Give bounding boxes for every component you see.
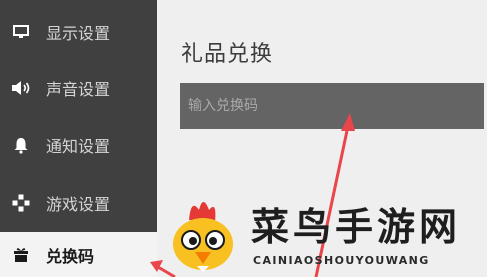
sidebar-item-game[interactable]: 游戏设置 xyxy=(0,175,157,231)
sidebar-item-label: 游戏设置 xyxy=(46,195,111,214)
sidebar-item-label: 通知设置 xyxy=(46,137,111,156)
sidebar-item-sound[interactable]: 声音设置 xyxy=(0,60,157,116)
gift-icon xyxy=(8,244,34,266)
bell-icon xyxy=(8,134,34,156)
speaker-icon xyxy=(8,77,34,99)
settings-sidebar: 显示设置 声音设置 通知设置 游戏设置 兑换码 xyxy=(0,0,157,277)
sidebar-item-label: 兑换码 xyxy=(46,246,95,266)
sidebar-item-redeem-code[interactable]: 兑换码 xyxy=(0,232,157,277)
sidebar-item-label: 显示设置 xyxy=(46,24,111,43)
redeem-panel: 礼品兑换 xyxy=(157,0,487,277)
monitor-icon xyxy=(8,21,34,43)
sidebar-item-display[interactable]: 显示设置 xyxy=(0,4,157,60)
sidebar-item-notification[interactable]: 通知设置 xyxy=(0,117,157,173)
gamepad-icon xyxy=(8,192,34,214)
page-title: 礼品兑换 xyxy=(181,42,274,67)
sidebar-item-label: 声音设置 xyxy=(46,80,111,99)
redeem-code-input[interactable] xyxy=(180,83,484,129)
